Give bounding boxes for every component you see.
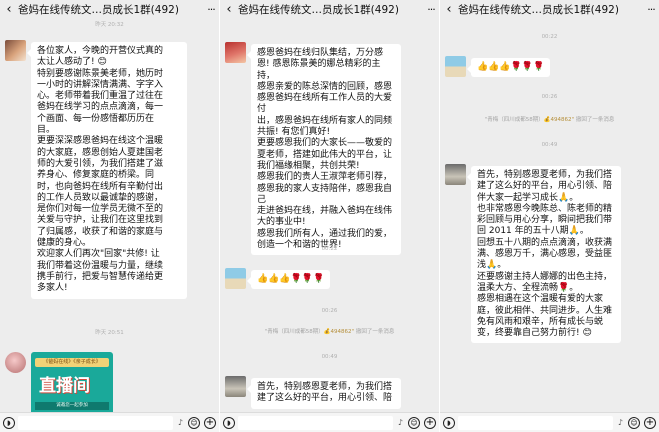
input-bar: ◗ ♪ ☺ + — [440, 412, 659, 432]
timestamp: 00:26 — [541, 94, 558, 100]
group-title: 爸妈在线传统文…员成长1群(492) — [238, 3, 399, 16]
plus-icon[interactable]: + — [204, 417, 216, 429]
message-bubble: 👍👍👍🌹🌹🌹 — [246, 270, 331, 290]
avatar[interactable] — [5, 352, 26, 373]
group-title: 爸妈在线传统文…员成长1群(492) — [18, 3, 179, 16]
message-bubble: 各位家人，今晚的开营仪式真的 太让人感动了! 😊 特别要感谢陈景美老师，她历时 … — [27, 42, 187, 299]
microphone-icon[interactable]: ♪ — [618, 417, 623, 429]
timestamp: 00:49 — [541, 142, 558, 148]
panel-divider — [219, 0, 220, 432]
avatar[interactable] — [445, 56, 466, 77]
panel-divider — [439, 0, 440, 432]
timestamp: 昨天 20:51 — [95, 330, 124, 336]
plus-icon[interactable]: + — [424, 417, 436, 429]
more-options-icon[interactable]: ··· — [643, 3, 659, 16]
emoji-icon[interactable]: ☺ — [628, 417, 640, 429]
card-subtitle: 诚邀您一起参加 — [35, 402, 109, 410]
more-options-icon[interactable]: ··· — [203, 3, 219, 16]
avatar[interactable] — [225, 268, 246, 289]
timestamp: 昨天 20:32 — [95, 22, 124, 28]
input-bar: ◗ ♪ ☺ + — [220, 412, 439, 432]
emoji-icon[interactable]: ☺ — [408, 417, 420, 429]
group-title: 爸妈在线传统文…员成长1群(492) — [458, 3, 619, 16]
voice-icon[interactable]: ◗ — [223, 417, 235, 429]
timestamp: 00:49 — [321, 354, 338, 360]
chat-screenshot-middle: ‹ 爸妈在线传统文…员成长1群(492) ··· 感恩爸妈在线归队集结，万分感 … — [220, 0, 439, 432]
message-input[interactable] — [18, 416, 173, 430]
back-arrow-icon[interactable]: ‹ — [440, 2, 458, 17]
timestamp: 00:26 — [321, 308, 338, 314]
more-options-icon[interactable]: ··· — [423, 3, 439, 16]
back-arrow-icon[interactable]: ‹ — [0, 2, 18, 17]
back-arrow-icon[interactable]: ‹ — [220, 2, 238, 17]
message-list: 感恩爸妈在线归队集结，万分感 恩! 感恩陈景美的娜总精彩的主持， 感恩亲爱的陈总… — [220, 18, 439, 412]
voice-icon[interactable]: ◗ — [443, 417, 455, 429]
message-bubble: 首先，特别感恩夏老师，为我们搭 建了这么好的平台，用心引领、陪 — [247, 378, 401, 409]
recall-notice: "青梅（四川成都58期）💰494862" 撤回了一条消息 — [264, 329, 395, 335]
recall-notice: "青梅（四川成都58期）💰494862" 撤回了一条消息 — [484, 117, 615, 123]
emoji-icon[interactable]: ☺ — [188, 417, 200, 429]
message-list: 00:22 👍👍👍🌹🌹🌹 00:26 "青梅（四川成都58期）💰494862" … — [440, 18, 659, 412]
microphone-icon[interactable]: ♪ — [398, 417, 403, 429]
avatar[interactable] — [225, 42, 246, 63]
message-bubble: 首先，特别感恩夏老师，为我们搭 建了这么好的平台，用心引领、陪 伴大家一起学习成… — [467, 166, 621, 344]
input-bar: ◗ ♪ ☺ + — [0, 412, 219, 432]
timestamp: 00:22 — [541, 34, 558, 40]
chat-header: ‹ 爸妈在线传统文…员成长1群(492) ··· — [220, 0, 439, 18]
avatar[interactable] — [445, 164, 466, 185]
chat-screenshot-right: ‹ 爸妈在线传统文…员成长1群(492) ··· 00:22 👍👍👍🌹🌹🌹 00… — [440, 0, 659, 432]
chat-header: ‹ 爸妈在线传统文…员成长1群(492) ··· — [0, 0, 219, 18]
voice-icon[interactable]: ◗ — [3, 417, 15, 429]
message-list: 昨天 20:32 各位家人，今晚的开营仪式真的 太让人感动了! 😊 特别要感谢陈… — [0, 18, 219, 412]
avatar[interactable] — [5, 40, 26, 61]
card-title: 直播间 — [39, 376, 90, 396]
chat-header: ‹ 爸妈在线传统文…员成长1群(492) ··· — [440, 0, 659, 18]
timestamp: 00:22 — [321, 246, 338, 252]
message-input[interactable] — [458, 416, 613, 430]
card-banner: 《爸妈在线》《亲子成长》 — [35, 358, 109, 367]
live-stream-card[interactable]: 《爸妈在线》《亲子成长》 直播间 诚邀您一起参加 — [31, 352, 113, 412]
chat-screenshot-left: ‹ 爸妈在线传统文…员成长1群(492) ··· 昨天 20:32 各位家人，今… — [0, 0, 219, 432]
message-bubble: 感恩爸妈在线归队集结，万分感 恩! 感恩陈景美的娜总精彩的主持， 感恩亲爱的陈总… — [247, 44, 401, 256]
plus-icon[interactable]: + — [644, 417, 656, 429]
microphone-icon[interactable]: ♪ — [178, 417, 183, 429]
message-input[interactable] — [238, 416, 393, 430]
message-bubble: 👍👍👍🌹🌹🌹 — [466, 58, 551, 78]
avatar[interactable] — [225, 376, 246, 397]
